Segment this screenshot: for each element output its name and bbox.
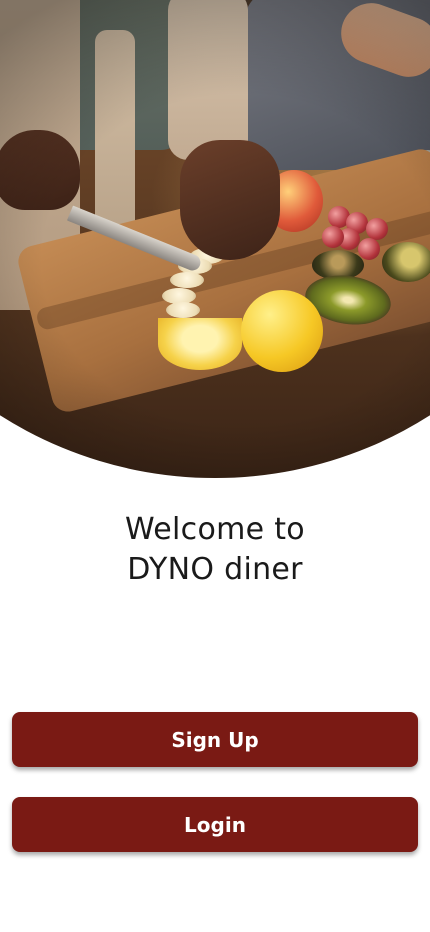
hero-image [0, 0, 430, 478]
welcome-line-2: DYNO diner [127, 552, 303, 587]
login-button[interactable]: Login [12, 797, 418, 852]
image-vignette [0, 0, 430, 478]
sign-up-button[interactable]: Sign Up [12, 712, 418, 767]
welcome-line-1: Welcome to [125, 512, 305, 547]
welcome-screen: Welcome to DYNO diner Sign Up Login [0, 0, 430, 932]
welcome-heading: Welcome to DYNO diner [0, 510, 430, 590]
